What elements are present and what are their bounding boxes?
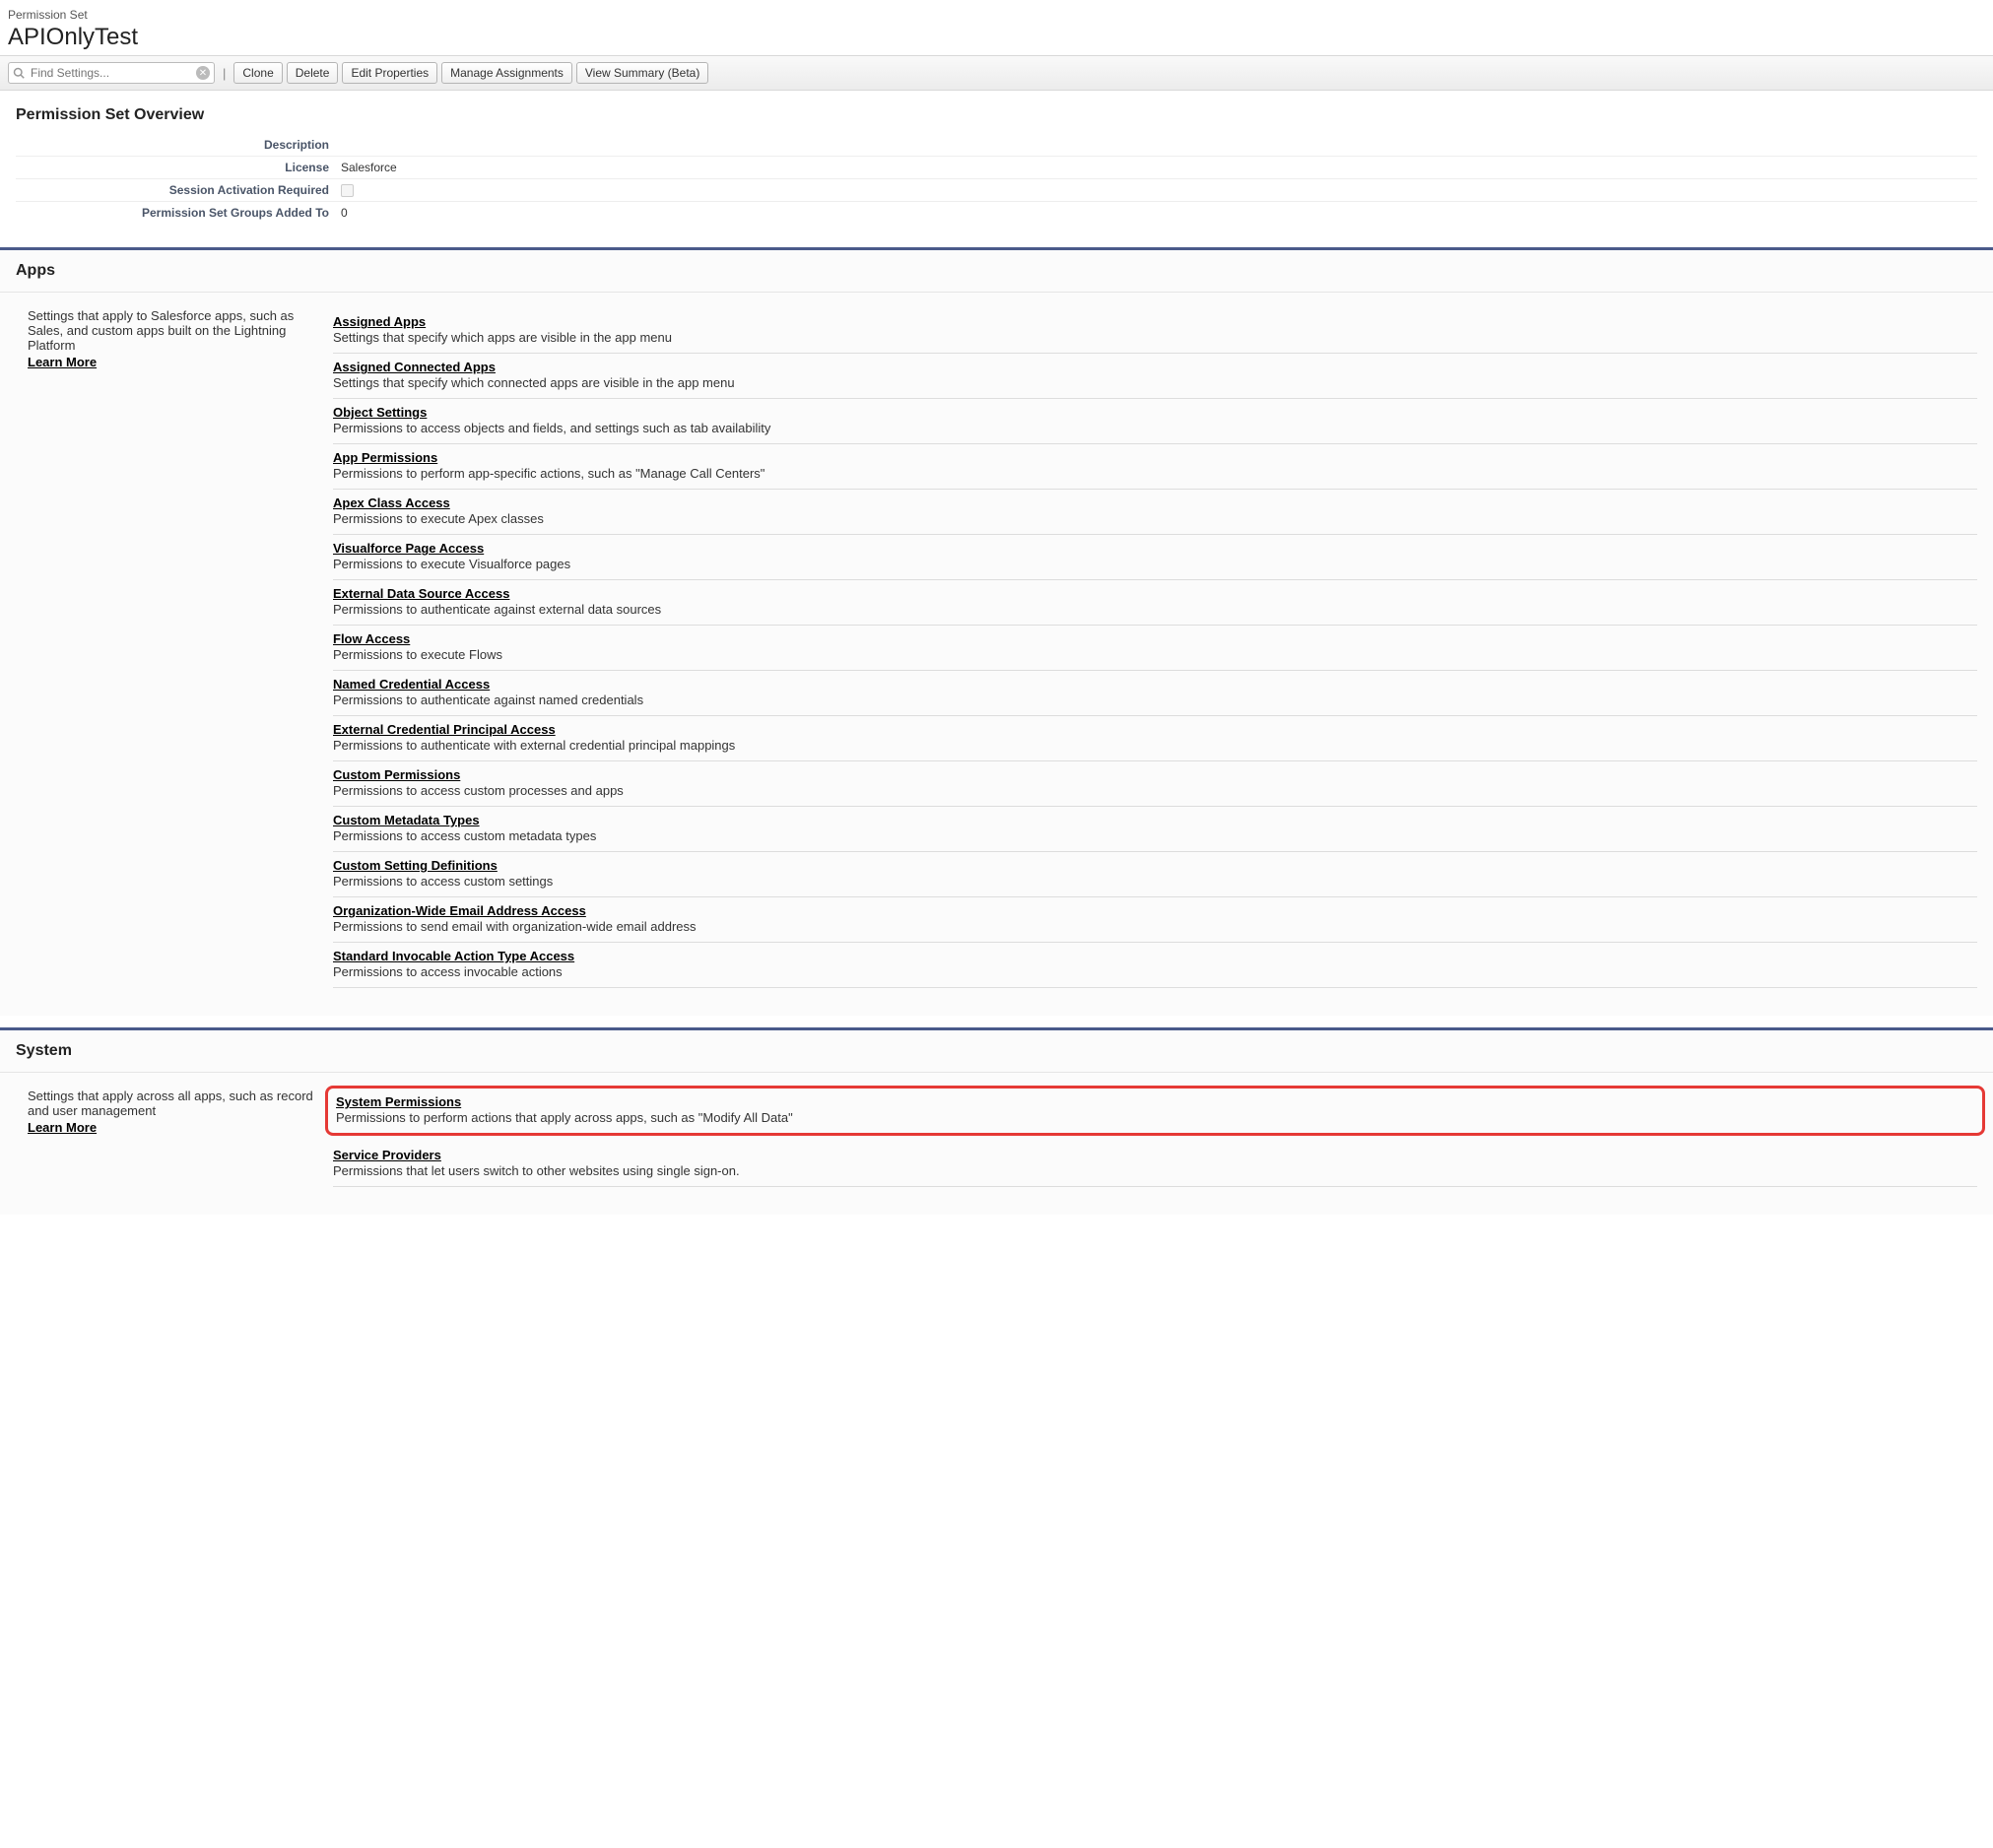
apps-link[interactable]: Named Credential Access <box>333 677 490 692</box>
search-input[interactable] <box>8 62 215 84</box>
system-link[interactable]: Service Providers <box>333 1148 441 1162</box>
apps-desc: Settings that specify which connected ap… <box>333 375 1977 390</box>
system-desc: Permissions to perform actions that appl… <box>336 1110 1974 1125</box>
overview-title: Permission Set Overview <box>16 106 1977 124</box>
apps-row: Assigned Connected AppsSettings that spe… <box>333 354 1977 399</box>
apps-desc: Permissions to authenticate with externa… <box>333 738 1977 753</box>
apps-row: External Credential Principal AccessPerm… <box>333 716 1977 761</box>
page-header-label: Permission Set <box>8 8 1985 22</box>
apps-row: Flow AccessPermissions to execute Flows <box>333 626 1977 671</box>
apps-row: Standard Invocable Action Type AccessPer… <box>333 943 1977 988</box>
apps-section: Apps Settings that apply to Salesforce a… <box>0 247 1993 1016</box>
delete-button[interactable]: Delete <box>287 62 339 84</box>
page-title: APIOnlyTest <box>8 24 1985 51</box>
apps-row: External Data Source AccessPermissions t… <box>333 580 1977 626</box>
apps-section-title: Apps <box>16 262 1977 280</box>
apps-row: Custom PermissionsPermissions to access … <box>333 761 1977 807</box>
apps-desc: Permissions to authenticate against exte… <box>333 602 1977 617</box>
search-wrap: ✕ <box>8 62 215 84</box>
apps-desc: Permissions to authenticate against name… <box>333 693 1977 707</box>
apps-link[interactable]: Custom Permissions <box>333 767 460 782</box>
session-activation-label: Session Activation Required <box>16 179 341 201</box>
apps-row: Visualforce Page AccessPermissions to ex… <box>333 535 1977 580</box>
system-link[interactable]: System Permissions <box>336 1094 461 1109</box>
apps-link[interactable]: External Credential Principal Access <box>333 722 556 737</box>
apps-desc: Permissions to send email with organizat… <box>333 919 1977 934</box>
apps-link[interactable]: Assigned Connected Apps <box>333 360 496 374</box>
apps-row: Custom Metadata TypesPermissions to acce… <box>333 807 1977 852</box>
overview-section: Permission Set Overview Description Lice… <box>0 91 1993 247</box>
apps-row: Named Credential AccessPermissions to au… <box>333 671 1977 716</box>
apps-link[interactable]: External Data Source Access <box>333 586 509 601</box>
apps-desc: Permissions to access objects and fields… <box>333 421 1977 435</box>
apps-link[interactable]: Visualforce Page Access <box>333 541 484 556</box>
apps-desc: Settings that specify which apps are vis… <box>333 330 1977 345</box>
apps-row: Apex Class AccessPermissions to execute … <box>333 490 1977 535</box>
page-header: Permission Set APIOnlyTest <box>0 0 1993 55</box>
system-row: System PermissionsPermissions to perform… <box>325 1086 1985 1136</box>
system-section: System Settings that apply across all ap… <box>0 1027 1993 1215</box>
apps-desc: Permissions to access custom metadata ty… <box>333 828 1977 843</box>
view-summary-button[interactable]: View Summary (Beta) <box>576 62 708 84</box>
description-label: Description <box>16 134 341 156</box>
apps-learn-more-link[interactable]: Learn More <box>28 355 97 369</box>
system-section-title: System <box>16 1042 1977 1060</box>
clone-button[interactable]: Clone <box>233 62 282 84</box>
search-icon <box>13 67 25 79</box>
license-value: Salesforce <box>341 157 397 178</box>
apps-link[interactable]: Flow Access <box>333 631 410 646</box>
apps-link[interactable]: Object Settings <box>333 405 427 420</box>
toolbar-separator: | <box>223 66 226 81</box>
system-row: Service ProvidersPermissions that let us… <box>333 1142 1977 1187</box>
license-label: License <box>16 157 341 178</box>
apps-desc: Permissions to execute Visualforce pages <box>333 557 1977 571</box>
apps-list: Assigned AppsSettings that specify which… <box>333 308 1977 988</box>
apps-desc: Permissions to access invocable actions <box>333 964 1977 979</box>
apps-desc: Permissions to execute Apex classes <box>333 511 1977 526</box>
apps-desc: Permissions to access custom processes a… <box>333 783 1977 798</box>
system-list: System PermissionsPermissions to perform… <box>333 1089 1977 1187</box>
manage-assignments-button[interactable]: Manage Assignments <box>441 62 572 84</box>
apps-link[interactable]: Assigned Apps <box>333 314 426 329</box>
toolbar: ✕ | Clone Delete Edit Properties Manage … <box>0 55 1993 91</box>
apps-row: Object SettingsPermissions to access obj… <box>333 399 1977 444</box>
apps-link[interactable]: Custom Setting Definitions <box>333 858 498 873</box>
apps-link[interactable]: Apex Class Access <box>333 495 450 510</box>
session-activation-checkbox <box>341 184 354 197</box>
system-learn-more-link[interactable]: Learn More <box>28 1120 97 1135</box>
apps-row: Assigned AppsSettings that specify which… <box>333 308 1977 354</box>
apps-intro: Settings that apply to Salesforce apps, … <box>28 308 294 353</box>
apps-desc: Permissions to perform app-specific acti… <box>333 466 1977 481</box>
apps-link[interactable]: App Permissions <box>333 450 437 465</box>
apps-row: Organization-Wide Email Address AccessPe… <box>333 897 1977 943</box>
apps-row: Custom Setting DefinitionsPermissions to… <box>333 852 1977 897</box>
apps-desc: Permissions to execute Flows <box>333 647 1977 662</box>
groups-added-label: Permission Set Groups Added To <box>16 202 341 224</box>
system-intro: Settings that apply across all apps, suc… <box>28 1089 313 1118</box>
apps-row: App PermissionsPermissions to perform ap… <box>333 444 1977 490</box>
system-desc: Permissions that let users switch to oth… <box>333 1163 1977 1178</box>
session-activation-value <box>341 179 354 201</box>
apps-desc: Permissions to access custom settings <box>333 874 1977 889</box>
apps-link[interactable]: Standard Invocable Action Type Access <box>333 949 574 963</box>
apps-link[interactable]: Custom Metadata Types <box>333 813 480 827</box>
clear-search-icon[interactable]: ✕ <box>196 66 210 80</box>
groups-added-value: 0 <box>341 202 348 224</box>
apps-link[interactable]: Organization-Wide Email Address Access <box>333 903 586 918</box>
edit-properties-button[interactable]: Edit Properties <box>342 62 437 84</box>
